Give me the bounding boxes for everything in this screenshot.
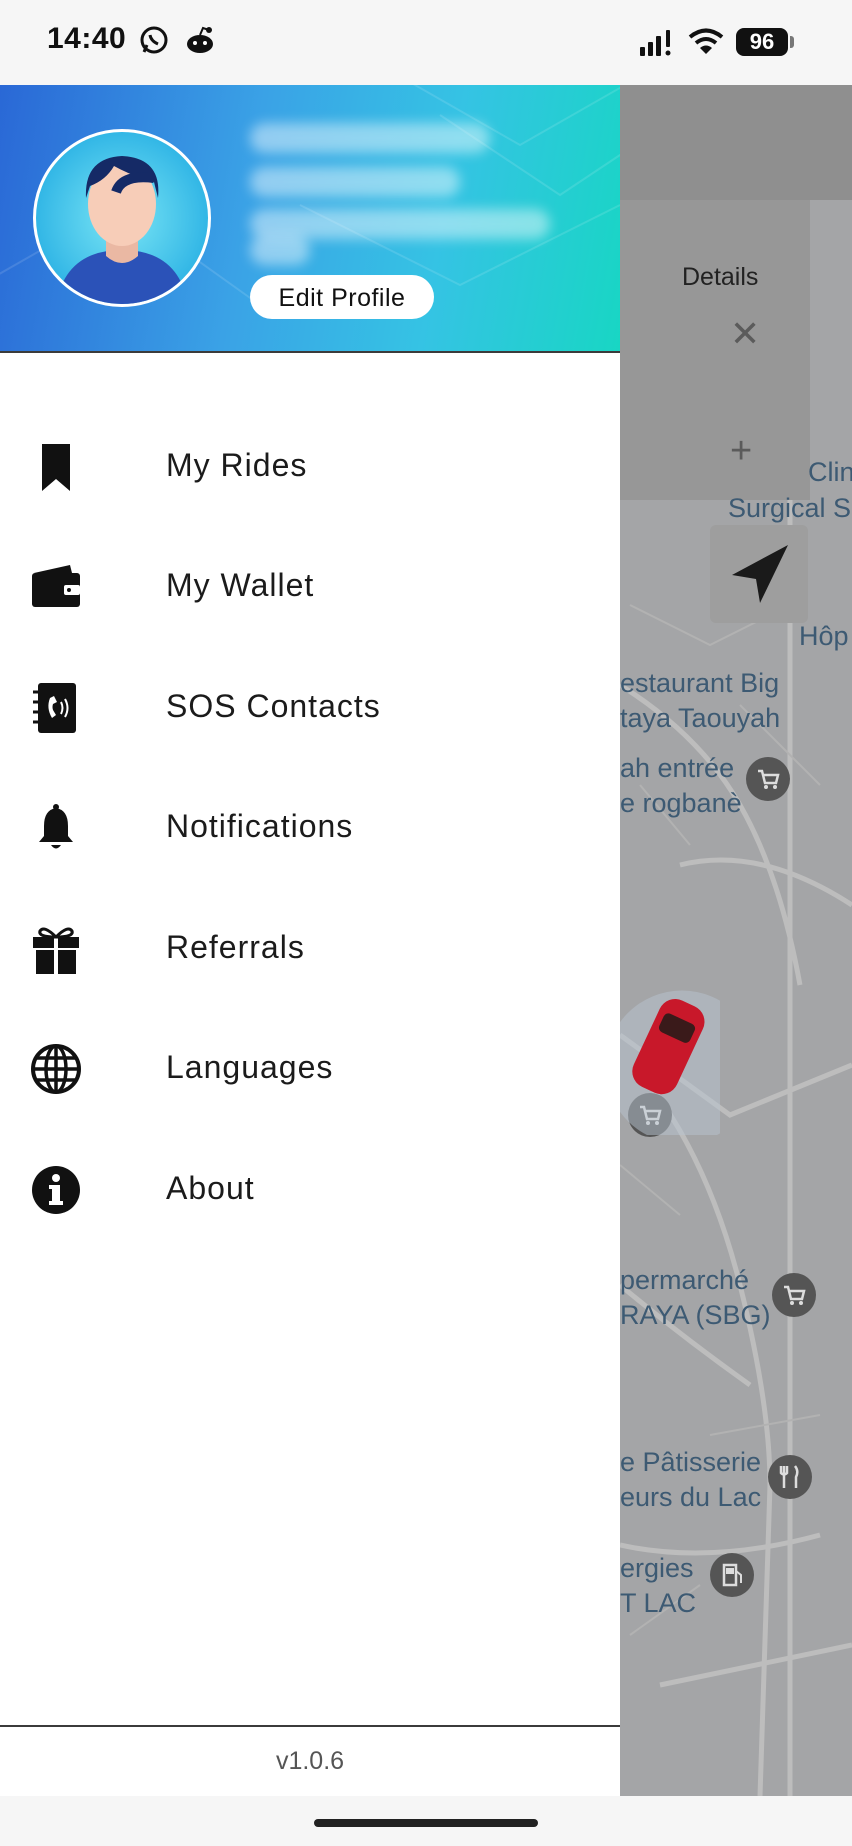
- map-label: Surgical S: [728, 493, 852, 523]
- avatar[interactable]: [33, 129, 211, 307]
- details-label[interactable]: Details: [682, 263, 758, 292]
- car-marker-icon: [620, 990, 720, 1135]
- menu-label: Languages: [166, 1049, 334, 1085]
- locate-button[interactable]: [710, 525, 808, 623]
- map-label: e rogbanè: [620, 788, 742, 818]
- battery-indicator: 96: [736, 28, 788, 56]
- map-label: T LAC: [620, 1588, 697, 1618]
- signal-icon: [640, 30, 676, 61]
- menu-item-my-rides[interactable]: My Rides: [0, 415, 620, 515]
- map-view[interactable]: Details ✕ + Clin Surgical S Hôp estauran…: [620, 85, 852, 1796]
- footer-divider: [0, 1725, 620, 1727]
- map-label: ah entrée: [620, 753, 735, 783]
- menu-label: Referrals: [166, 929, 305, 965]
- home-indicator[interactable]: [314, 1819, 538, 1827]
- navigation-drawer: Edit Profile My Rides My Wallet SOS Cont…: [0, 85, 620, 1796]
- map-label: ergies: [620, 1553, 694, 1583]
- blurred-name: [250, 123, 490, 153]
- menu-item-referrals[interactable]: Referrals: [0, 897, 620, 997]
- bookmark-icon: [30, 441, 82, 493]
- menu-item-languages[interactable]: Languages: [0, 1017, 620, 1117]
- menu-item-my-wallet[interactable]: My Wallet: [0, 535, 620, 635]
- user-avatar-icon: [56, 156, 188, 304]
- menu-label: My Rides: [166, 447, 308, 483]
- battery-tip: [790, 36, 794, 48]
- map-label: estaurant Big: [620, 668, 780, 698]
- menu-label: My Wallet: [166, 567, 315, 603]
- blurred-email-end: [250, 235, 310, 265]
- map-control-panel: [620, 200, 810, 500]
- status-bar: 14:40 96: [0, 0, 852, 85]
- wifi-icon: [688, 28, 724, 61]
- phone-book-icon: [30, 682, 82, 734]
- restaurant-icon[interactable]: [768, 1455, 812, 1499]
- menu-label: Notifications: [166, 808, 354, 844]
- map-label: permarché: [620, 1265, 750, 1295]
- info-icon: [30, 1164, 82, 1216]
- shopping-cart-icon[interactable]: [746, 757, 790, 801]
- globe-icon: [30, 1043, 82, 1095]
- shopping-cart-icon[interactable]: [772, 1273, 816, 1317]
- profile-header: Edit Profile: [0, 85, 620, 351]
- map-topbar: [620, 85, 852, 200]
- map-label: eurs du Lac: [620, 1482, 762, 1512]
- status-time: 14:40: [47, 22, 127, 55]
- menu-label: SOS Contacts: [166, 688, 381, 724]
- menu-item-notifications[interactable]: Notifications: [0, 776, 620, 876]
- wallet-icon: [30, 561, 82, 613]
- reddit-icon: [183, 24, 217, 61]
- bell-icon: [30, 802, 82, 854]
- header-divider: [0, 351, 620, 353]
- map-label: taya Taouyah: [620, 703, 781, 733]
- map-label: RAYA (SBG): [620, 1300, 771, 1330]
- blurred-phone: [250, 167, 460, 197]
- menu-item-about[interactable]: About: [0, 1138, 620, 1238]
- fuel-icon[interactable]: [710, 1553, 754, 1597]
- app-version: v1.0.6: [275, 1747, 345, 1775]
- map-label: Clin: [808, 457, 852, 487]
- close-icon[interactable]: ✕: [730, 313, 760, 355]
- menu-item-sos-contacts[interactable]: SOS Contacts: [0, 656, 620, 756]
- map-label: e Pâtisserie: [620, 1447, 762, 1477]
- gift-icon: [30, 923, 82, 975]
- plus-icon[interactable]: +: [730, 430, 752, 473]
- navigation-arrow-icon: [732, 545, 788, 603]
- map-label: Hôp: [799, 621, 849, 651]
- whatsapp-icon: [138, 24, 170, 61]
- menu-label: About: [166, 1170, 255, 1206]
- edit-profile-button[interactable]: Edit Profile: [250, 275, 434, 319]
